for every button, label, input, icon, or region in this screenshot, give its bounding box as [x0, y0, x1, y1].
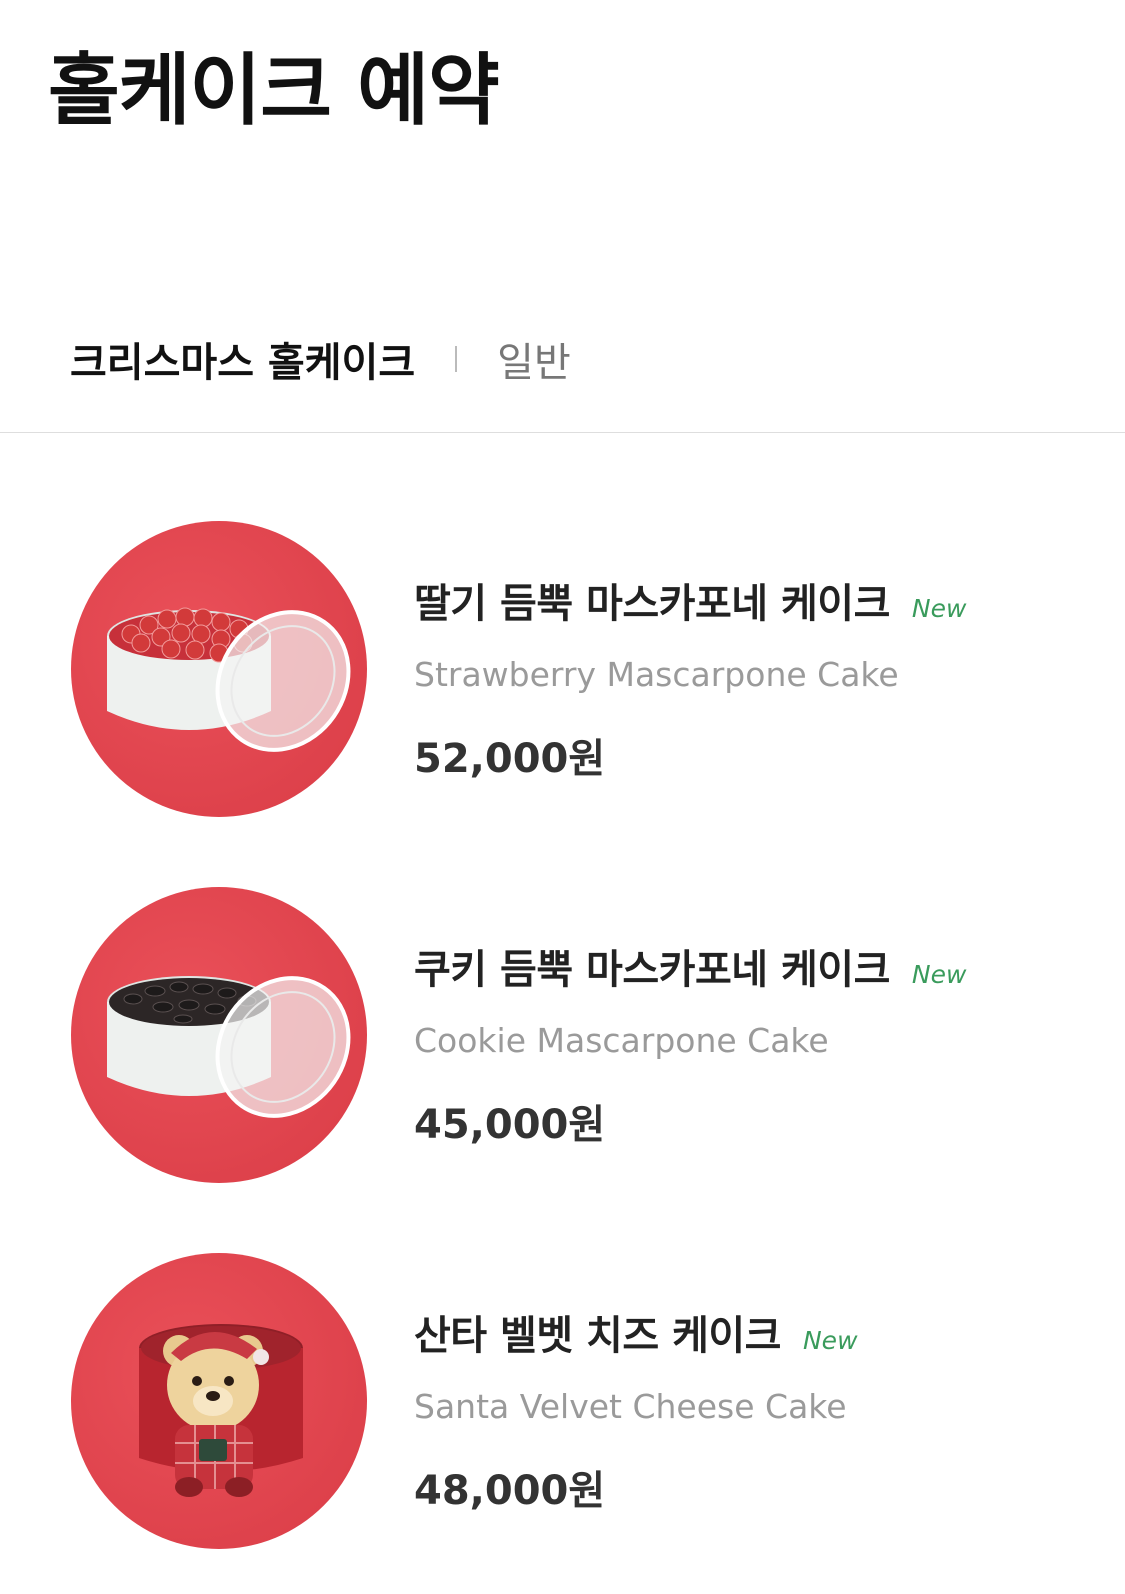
new-badge: New	[911, 960, 967, 989]
product-price: 48,000원	[414, 1468, 606, 1514]
tab-divider	[455, 346, 458, 372]
tabs-divider-line	[0, 432, 1125, 433]
page-title: 홀케이크 예약	[48, 46, 500, 136]
product-name: 산타 벨벳 치즈 케이크	[414, 1313, 781, 1359]
product-info: 산타 벨벳 치즈 케이크 New Santa Velvet Cheese Cak…	[414, 1303, 858, 1516]
product-info: 딸기 듬뿍 마스카포네 케이크 New Strawberry Mascarpon…	[414, 571, 966, 784]
strawberry-cake-image	[71, 521, 367, 817]
product-name: 딸기 듬뿍 마스카포네 케이크	[414, 581, 890, 627]
product-name-english: Strawberry Mascarpone Cake	[414, 655, 899, 694]
product-name: 쿠키 듬뿍 마스카포네 케이크	[414, 947, 890, 993]
product-price: 52,000원	[414, 736, 606, 782]
cookie-cake-image	[71, 887, 367, 1183]
category-tabs: 크리스마스 홀케이크 일반	[70, 330, 571, 388]
tab-christmas-whole-cake[interactable]: 크리스마스 홀케이크	[70, 330, 415, 388]
new-badge: New	[802, 1326, 858, 1355]
product-item-strawberry[interactable]: 딸기 듬뿍 마스카포네 케이크 New Strawberry Mascarpon…	[0, 521, 1125, 821]
product-item-cookie[interactable]: 쿠키 듬뿍 마스카포네 케이크 New Cookie Mascarpone Ca…	[0, 887, 1125, 1187]
product-name-english: Cookie Mascarpone Cake	[414, 1021, 829, 1060]
product-info: 쿠키 듬뿍 마스카포네 케이크 New Cookie Mascarpone Ca…	[414, 937, 966, 1150]
tab-general[interactable]: 일반	[497, 330, 571, 388]
product-name-english: Santa Velvet Cheese Cake	[414, 1387, 847, 1426]
santa-bear-cake-image	[71, 1253, 367, 1549]
product-price: 45,000원	[414, 1102, 606, 1148]
new-badge: New	[911, 594, 967, 623]
product-item-santa[interactable]: 산타 벨벳 치즈 케이크 New Santa Velvet Cheese Cak…	[0, 1253, 1125, 1553]
